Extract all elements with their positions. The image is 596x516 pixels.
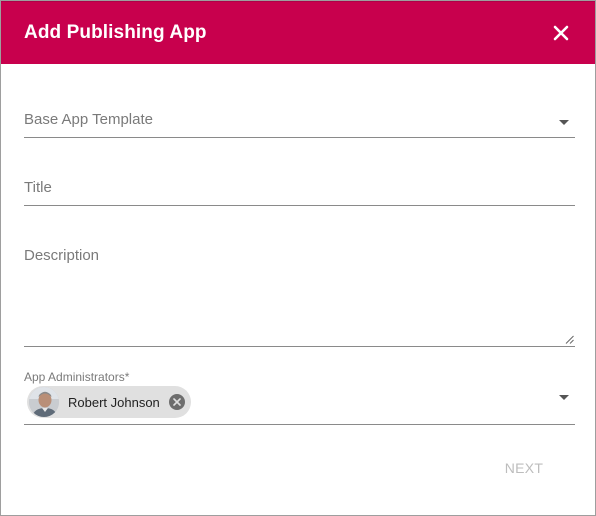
description-textarea[interactable]: Description	[24, 237, 575, 347]
close-button[interactable]	[549, 21, 573, 45]
close-icon	[172, 398, 181, 406]
description-label: Description	[24, 247, 100, 264]
chevron-down-icon	[559, 395, 569, 400]
resize-handle-icon[interactable]	[565, 335, 574, 344]
administrator-name: Robert Johnson	[68, 394, 160, 410]
administrator-chip[interactable]: Robert Johnson	[27, 386, 191, 418]
title-label: Title	[24, 179, 52, 196]
chevron-down-icon	[559, 120, 569, 125]
app-administrators-label: App Administrators*	[24, 370, 130, 384]
remove-chip-button[interactable]	[168, 394, 185, 410]
base-app-template-label: Base App Template	[24, 111, 153, 128]
close-icon	[553, 25, 569, 41]
app-administrators-select[interactable]: App Administrators* Robert Johnson	[24, 367, 575, 425]
person-avatar	[29, 387, 59, 417]
next-button[interactable]: NEXT	[498, 457, 550, 479]
add-publishing-app-dialog: Add Publishing App Base App Template Tit…	[0, 0, 596, 516]
dialog-header: Add Publishing App	[1, 1, 595, 64]
title-input[interactable]: Title	[24, 169, 575, 206]
dialog-title: Add Publishing App	[24, 22, 207, 43]
base-app-template-select[interactable]: Base App Template	[24, 101, 575, 138]
